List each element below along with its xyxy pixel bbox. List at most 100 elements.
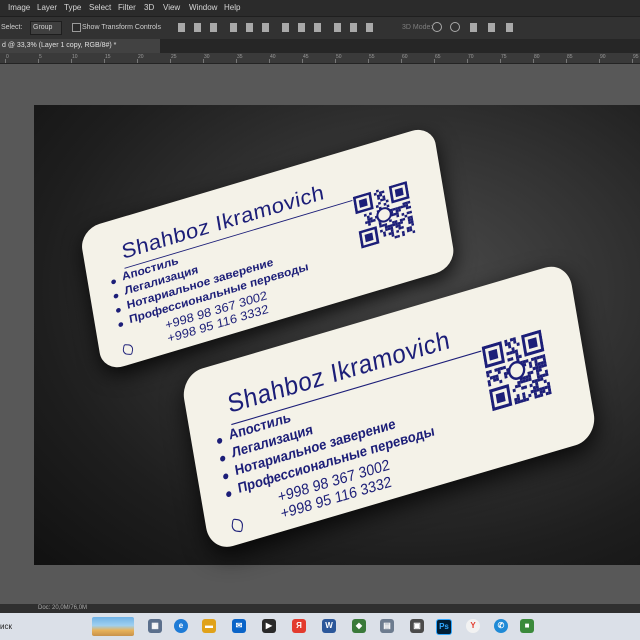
transform-label: Show Transform Controls [82,24,161,31]
doc-size: Doc: 20,0M/76,0M [38,605,88,611]
ruler-label: 75 [501,54,507,60]
menu-view[interactable]: View [163,3,180,12]
word-icon[interactable]: W [322,619,336,633]
ruler-tick [269,59,270,63]
menu-type[interactable]: Type [64,3,81,12]
windows-app-icon[interactable]: ▤ [380,619,394,633]
align-right-icon[interactable] [262,23,269,32]
ruler-label: 0 [6,54,9,60]
edge-icon[interactable]: e [174,619,188,633]
ruler-label: 65 [435,54,441,60]
menu-select[interactable]: Select [89,3,111,12]
service-bullet [225,490,232,498]
service-bullet [216,437,223,445]
ruler-tick [5,59,6,63]
distribute-right-icon[interactable] [366,23,373,32]
mail-icon[interactable]: ✉ [232,619,246,633]
ruler-label: 50 [336,54,342,60]
media-icon[interactable]: ▶ [262,619,276,633]
status-bar: Doc: 20,0M/76,0M [0,604,640,613]
distribute-top-icon[interactable] [282,23,289,32]
yandex-icon[interactable]: Я [292,619,306,633]
menu-window[interactable]: Window [189,3,217,12]
ruler-label: 85 [567,54,573,60]
ruler-tick [599,59,600,63]
group-select[interactable]: Group [30,21,62,35]
ruler-label: 5 [39,54,42,60]
distribute-bottom-icon[interactable] [314,23,321,32]
weather-widget-icon[interactable] [92,617,134,636]
ruler-tick [401,59,402,63]
ruler-label: 45 [303,54,309,60]
ruler-label: 60 [402,54,408,60]
ruler-label: 25 [171,54,177,60]
ruler-label: 15 [105,54,111,60]
ruler-tick [500,59,501,63]
ruler-tick [137,59,138,63]
horizontal-ruler[interactable]: 0 5 10 15 20 25 30 35 40 45 50 55 60 65 70 75 80 85 90 95 [0,53,640,64]
align-vcenter-icon[interactable] [194,23,201,32]
card-name: Shahboz Ikramovich [225,324,453,419]
3d-drag-icon[interactable] [470,23,477,32]
align-bottom-icon[interactable] [210,23,217,32]
service-bullet [118,321,124,328]
ruler-tick [71,59,72,63]
ruler-label: 80 [534,54,540,60]
ruler-tick [434,59,435,63]
file-explorer-icon[interactable]: ▬ [202,619,216,633]
ruler-label: 35 [237,54,243,60]
ruler-label: 55 [369,54,375,60]
app3-icon[interactable]: ■ [520,619,534,633]
ruler-label: 30 [204,54,210,60]
transform-checkbox[interactable] [72,23,81,32]
3d-roll-icon[interactable] [450,22,460,32]
ruler-tick [38,59,39,63]
ruler-tick [533,59,534,63]
ruler-tick [368,59,369,63]
phone-icon [230,518,244,533]
menu-image[interactable]: Image [8,3,30,12]
align-hcenter-icon[interactable] [246,23,253,32]
phone-icon [121,344,135,355]
menu-bar: Image Layer Type Select Filter 3D View W… [0,0,640,16]
ruler-label: 95 [633,54,639,60]
align-top-icon[interactable] [178,23,185,32]
ruler-tick [203,59,204,63]
align-left-icon[interactable] [230,23,237,32]
ruler-tick [302,59,303,63]
ruler-tick [236,59,237,63]
photoshop-icon[interactable]: Ps [436,619,452,635]
yandex-browser-icon[interactable]: Y [466,619,480,633]
document-canvas[interactable]: Shahboz Ikramovich Апостиль Легализация … [34,105,640,565]
distribute-hcenter-icon[interactable] [350,23,357,32]
task-view-icon[interactable]: ▦ [148,619,162,633]
options-bar: Select: Group Show Transform Controls 3D… [0,16,640,39]
3d-rotate-icon[interactable] [432,22,442,32]
menu-layer[interactable]: Layer [37,3,57,12]
service-bullet [110,278,117,285]
ruler-label: 90 [600,54,606,60]
app2-icon[interactable]: ▣ [410,619,424,633]
menu-filter[interactable]: Filter [118,3,136,12]
distribute-left-icon[interactable] [334,23,341,32]
ruler-label: 40 [270,54,276,60]
ruler-label: 70 [468,54,474,60]
qr-code-icon [352,180,416,249]
ruler-label: 20 [138,54,144,60]
ruler-tick [632,59,633,63]
document-tab-bar: d @ 33,3% (Layer 1 copy, RGB/8#) * [0,39,640,53]
menu-3d[interactable]: 3D [144,3,154,12]
taskbar-search[interactable]: иск [0,622,12,631]
ruler-tick [170,59,171,63]
3d-scale-icon[interactable] [506,23,513,32]
menu-help[interactable]: Help [224,3,240,12]
group-select-value: Group [33,24,53,31]
qr-code-icon [481,329,552,412]
app-icon[interactable]: ◆ [352,619,366,633]
chat-icon[interactable]: ✆ [494,619,508,633]
document-tab[interactable]: d @ 33,3% (Layer 1 copy, RGB/8#) * [0,39,160,53]
auto-select-label: Select: [1,24,23,31]
distribute-vcenter-icon[interactable] [298,23,305,32]
3d-slide-icon[interactable] [488,23,495,32]
card-name: Shahboz Ikramovich [119,180,326,264]
